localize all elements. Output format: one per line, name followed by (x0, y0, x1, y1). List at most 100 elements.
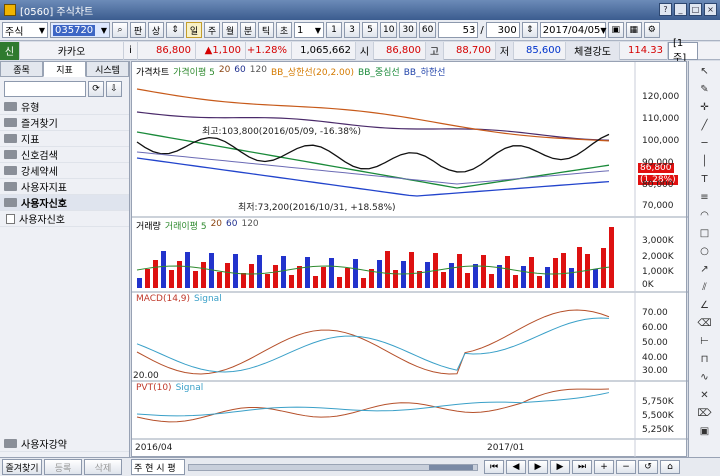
play-icon[interactable]: ▶ (528, 460, 548, 474)
period-week[interactable]: 주 (204, 22, 220, 38)
sort-button[interactable]: ⇕ (166, 22, 184, 38)
angle-icon[interactable]: ∠ (696, 297, 714, 313)
save-icon[interactable]: ▣ (607, 22, 624, 38)
tree-item-indicator[interactable]: 지표 (0, 131, 129, 147)
arrow-icon[interactable]: ↗ (696, 261, 714, 277)
ellipse-icon[interactable]: ○ (696, 243, 714, 259)
last-icon[interactable]: ⏭ (572, 460, 592, 474)
date-input[interactable]: 2017/04/05 ▼ (539, 22, 607, 38)
market-select[interactable]: 주식 ▼ (2, 22, 48, 38)
folder-icon (4, 439, 17, 448)
tree-item-type[interactable]: 유형 (0, 99, 129, 115)
zoom-in-icon[interactable]: + (594, 460, 614, 474)
refresh-icon[interactable]: ⟳ (88, 81, 104, 97)
interval-1[interactable]: 1 (326, 22, 342, 38)
tab-indicator[interactable]: 지표 (43, 61, 86, 77)
period-minute[interactable]: 분 (240, 22, 256, 38)
period-tick[interactable]: 틱 (258, 22, 274, 38)
maximize-icon[interactable]: □ (689, 3, 702, 16)
scrollbar-thumb[interactable] (429, 465, 473, 470)
zoom-out-icon[interactable]: − (616, 460, 636, 474)
crosshair-icon[interactable]: ✛ (696, 99, 714, 115)
mini-tabs[interactable]: 주 현 시 평 (131, 459, 185, 475)
first-icon[interactable]: ⏮ (484, 460, 504, 474)
tab-stock[interactable]: 종목 (0, 61, 43, 77)
prev-icon[interactable]: ◀ (506, 460, 526, 474)
delete-button[interactable]: 삭제 (84, 459, 122, 475)
cursor-icon[interactable]: ↖ (696, 63, 714, 79)
favorites-tab[interactable]: 즐겨찾기 (2, 459, 42, 475)
chart-area[interactable]: 가격차트 가격이평 5 20 60 120 BB_상한선(20,2.00) BB… (131, 61, 688, 458)
minimize-icon[interactable]: _ (674, 3, 687, 16)
info-icon[interactable]: i (124, 41, 138, 60)
code-input[interactable]: 035720 ▼ (50, 22, 110, 38)
help-icon[interactable]: ? (659, 3, 672, 16)
high-value: 88,700 (444, 41, 496, 60)
vertical-line-icon[interactable]: │ (696, 153, 714, 169)
low-annotation: 최저:73,200(2016/10/31, +18.58%) (238, 203, 396, 213)
eraser-icon[interactable]: ⌫ (696, 315, 714, 331)
interval-3[interactable]: 3 (344, 22, 360, 38)
left-search-input[interactable] (4, 81, 86, 97)
volume-bar (257, 255, 262, 288)
period-day[interactable]: 일 (186, 22, 202, 38)
app-icon (4, 4, 16, 16)
legend-ma120: 120 (249, 65, 267, 75)
step-input[interactable]: 53 (438, 22, 479, 38)
pencil-icon[interactable]: ✎ (696, 81, 714, 97)
settings-icon[interactable]: ⚙ (643, 22, 660, 38)
y-macd-1: 60.00 (642, 323, 668, 333)
tree-item-user-indicator[interactable]: 사용자지표 (0, 179, 129, 195)
rectangle-icon[interactable]: □ (696, 225, 714, 241)
legend-bb-upper: BB_상한선(20,2.00) (270, 68, 355, 78)
tree-subitem-user-signal[interactable]: 사용자신호 (0, 211, 129, 227)
volume-bar (609, 227, 614, 288)
interval-30[interactable]: 30 (399, 22, 417, 38)
count-input[interactable]: 300 (485, 22, 520, 38)
reset-icon[interactable]: ↺ (638, 460, 658, 474)
tree-item-strength[interactable]: 강세약세 (0, 163, 129, 179)
interval-select[interactable]: 1 ▼ (294, 22, 324, 38)
legend-volume: 거래량 (136, 222, 161, 232)
channel-icon[interactable]: ⫽ (696, 279, 714, 295)
unit-button[interactable]: [1주] (668, 38, 698, 64)
trend-line-icon[interactable]: ╱ (696, 117, 714, 133)
next-icon[interactable]: ▶ (550, 460, 570, 474)
y-volume-1: 2,000K (642, 252, 674, 262)
bottom-bar: 즐겨찾기 등록 삭제 주 현 시 평 ⏮ ◀ ▶ ▶ ⏭ + − ↺ ⌂ (0, 457, 720, 476)
download-icon[interactable]: ⇩ (106, 81, 122, 97)
left-panel: 종목 지표 시스템 ⟳ ⇩ 유형 즐겨찾기 지표 신호검색 강세약세 사용자지표… (0, 61, 130, 476)
tree-item-user-signal[interactable]: 사용자신호 (0, 195, 129, 211)
delete-all-icon[interactable]: ⌦ (696, 405, 714, 421)
strength-label: 체결강도 (566, 41, 620, 60)
volume-bar (401, 261, 406, 288)
grid-icon[interactable]: ▦ (625, 22, 642, 38)
interval-60[interactable]: 60 (418, 22, 437, 38)
magnet-icon[interactable]: ⊓ (696, 351, 714, 367)
count-spin[interactable]: ⇕ (521, 22, 538, 38)
gann-icon[interactable]: ✕ (696, 387, 714, 403)
tree-item-favorites[interactable]: 즐겨찾기 (0, 115, 129, 131)
tree-item-user-strength[interactable]: 사용자강약 (0, 436, 129, 452)
lock-icon[interactable]: ▣ (696, 423, 714, 439)
scrollbar-track[interactable] (188, 464, 478, 471)
horizontal-line-icon[interactable]: ─ (696, 135, 714, 151)
tab-system[interactable]: 시스템 (86, 61, 129, 77)
interval-10[interactable]: 10 (380, 22, 398, 38)
pan-button[interactable]: 판 (130, 22, 146, 38)
text-icon[interactable]: T (696, 171, 714, 187)
tree-item-signal-search[interactable]: 신호검색 (0, 147, 129, 163)
home-icon[interactable]: ⌂ (660, 460, 680, 474)
volume-bar (553, 258, 558, 288)
period-second[interactable]: 초 (276, 22, 292, 38)
cycle-icon[interactable]: ◠ (696, 207, 714, 223)
search-button[interactable]: ⌕ (112, 22, 128, 38)
fibonacci-icon[interactable]: ≡ (696, 189, 714, 205)
period-month[interactable]: 월 (222, 22, 238, 38)
close-icon[interactable]: × (704, 3, 717, 16)
wave-icon[interactable]: ∿ (696, 369, 714, 385)
interval-5[interactable]: 5 (362, 22, 378, 38)
ruler-icon[interactable]: ⊢ (696, 333, 714, 349)
sang-button[interactable]: 상 (148, 22, 164, 38)
register-button[interactable]: 등록 (44, 459, 82, 475)
